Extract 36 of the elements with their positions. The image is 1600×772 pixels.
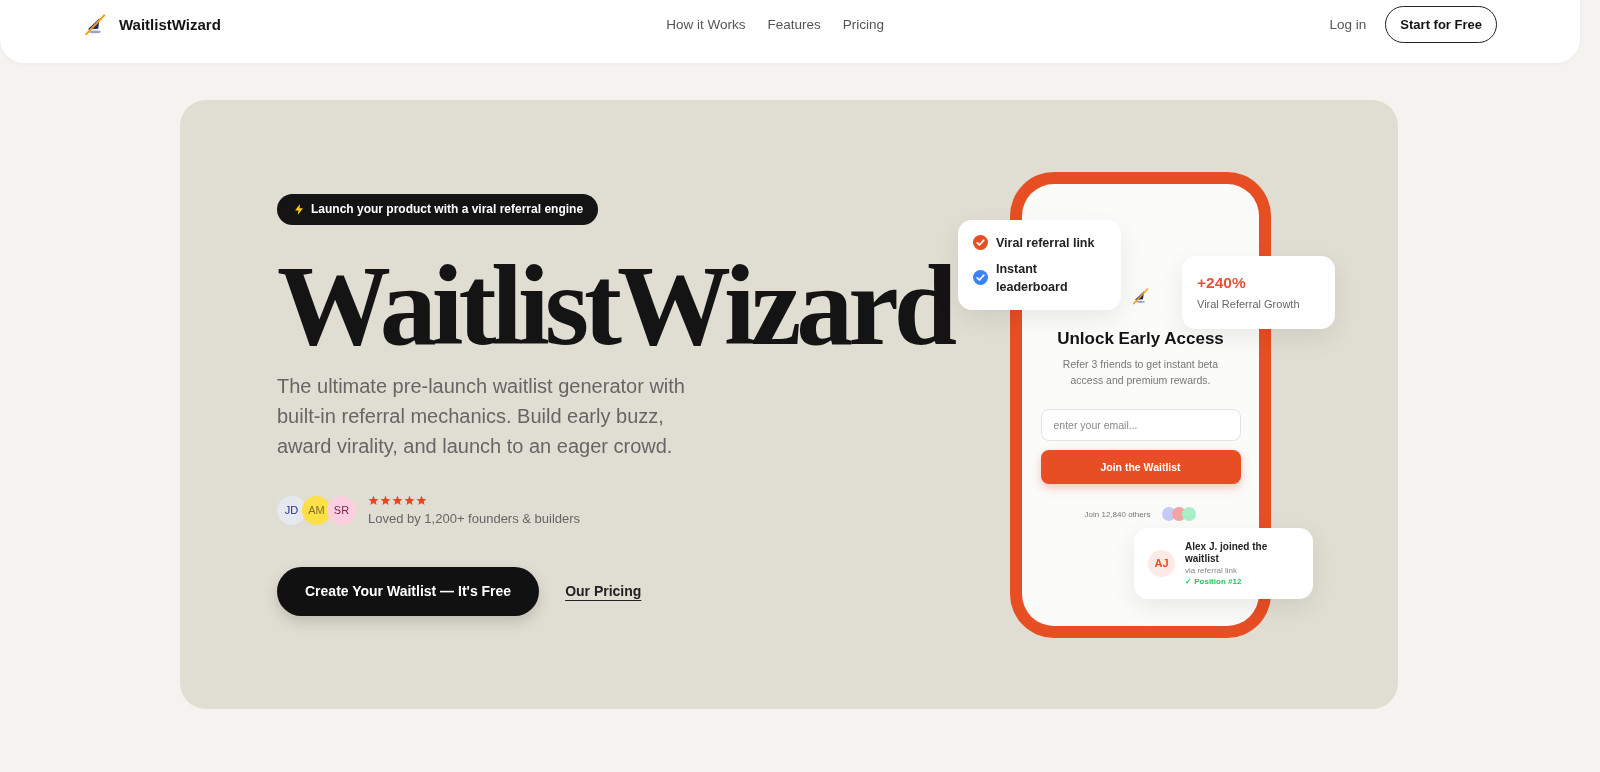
- badge-text: Launch your product with a viral referral engine: [311, 202, 584, 216]
- stat-label: Viral Referral Growth: [1197, 298, 1300, 310]
- nav-link[interactable]: Features: [767, 17, 821, 32]
- star-icon: [380, 494, 391, 506]
- email-field[interactable]: enter your email...: [1040, 409, 1241, 441]
- notification-detail: via referral link: [1185, 565, 1237, 575]
- feature-label: Viral referral link: [996, 234, 1095, 252]
- start-button[interactable]: Start for Free: [1385, 6, 1497, 43]
- pricing-link[interactable]: Our Pricing: [565, 583, 642, 599]
- star-icon: [404, 494, 415, 506]
- hero-description: The ultimate pre-launch waitlist generator with built-in referral mechanics. Build early buzz, award virality, and launch to an eager crowd.: [277, 373, 686, 459]
- rating-caption: Loved by 1,200+ founders & builders: [368, 510, 581, 526]
- avatar: AM: [302, 495, 331, 525]
- star-icon: [368, 494, 379, 506]
- brand-link[interactable]: WaitlistWizard: [84, 13, 221, 36]
- star-icon: [416, 494, 427, 506]
- avatar: SR: [327, 495, 356, 525]
- logo-icon: [1132, 288, 1149, 305]
- join-count: Join 12,840 others: [1084, 509, 1151, 519]
- logo-icon[interactable]: [84, 13, 106, 36]
- nav-link[interactable]: How it Works: [666, 17, 746, 32]
- phone-heading: Unlock Early Access: [1057, 329, 1224, 349]
- position-text: ✓ Position #12: [1185, 576, 1242, 586]
- login-link[interactable]: Log in: [1329, 17, 1367, 32]
- create-waitlist-button[interactable]: Create Your Waitlist — It's Free: [277, 566, 540, 616]
- lightning-icon: [293, 202, 305, 216]
- feature-label: Instant leaderboard: [996, 260, 1069, 296]
- hero-title: WaitlistWizard: [277, 248, 953, 363]
- notification-title: Alex J. joined the waitlist: [1185, 540, 1269, 565]
- join-button[interactable]: Join the Waitlist: [1040, 450, 1241, 484]
- avatar: JD: [277, 495, 306, 525]
- star-icon: [392, 494, 403, 506]
- stat-value: +240%: [1197, 274, 1246, 292]
- phone-subtitle: Refer 3 friends to get instant beta access and premium rewards.: [1061, 357, 1220, 388]
- avatar: AJ: [1148, 549, 1175, 577]
- nav-link[interactable]: Pricing: [842, 17, 885, 32]
